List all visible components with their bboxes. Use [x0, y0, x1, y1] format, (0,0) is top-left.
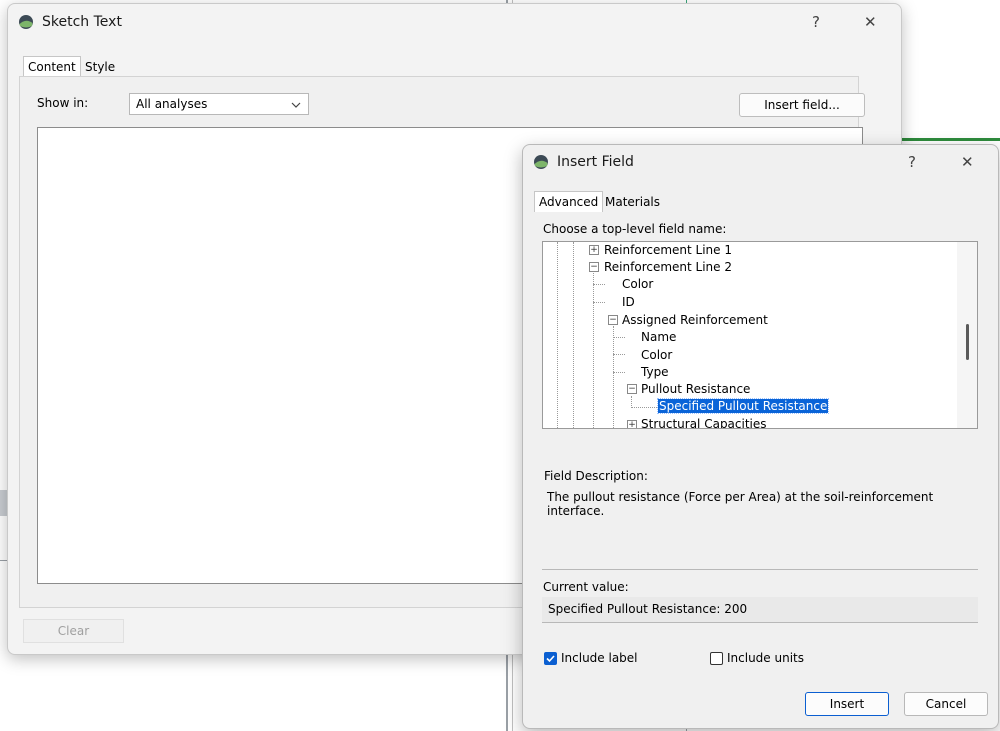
field-description-box: The pullout resistance (Force per Area) … — [542, 485, 978, 570]
include-units-text[interactable]: Include units — [727, 651, 804, 665]
tree-connector — [593, 284, 605, 285]
insert-field-title: Insert Field — [557, 154, 634, 170]
tab-content-label: Content — [28, 60, 76, 74]
show-in-value: All analyses — [136, 97, 208, 111]
collapse-icon[interactable]: − — [608, 315, 618, 325]
tab-materials-label: Materials — [605, 195, 661, 209]
sketch-window-title: Sketch Text — [42, 14, 122, 30]
tree-item-pullout-resistance[interactable]: Pullout Resistance — [641, 382, 750, 396]
tree-item-assigned-reinforcement[interactable]: Assigned Reinforcement — [622, 313, 768, 327]
insert-field-title-bar[interactable]: Insert Field ? ✕ — [523, 145, 998, 179]
tree-connector — [593, 267, 594, 428]
app-logo-icon — [534, 155, 548, 169]
field-description-label: Field Description: — [544, 469, 648, 483]
tree-connector — [613, 326, 614, 428]
expand-icon[interactable]: + — [589, 245, 599, 255]
tab-materials[interactable]: Materials — [601, 192, 664, 212]
show-in-dropdown[interactable]: All analyses — [129, 93, 309, 115]
tab-style-label: Style — [85, 60, 116, 74]
insert-field-dialog: Insert Field ? ✕ Advanced Materials Choo… — [522, 144, 999, 729]
tree-connector — [613, 337, 625, 338]
tab-style[interactable]: Style — [81, 57, 119, 77]
tree-item-color[interactable]: Color — [622, 277, 653, 291]
help-button[interactable]: ? — [908, 153, 916, 171]
checkmark-icon — [546, 655, 555, 663]
tree-connector — [593, 302, 605, 303]
tree-item-type[interactable]: Type — [641, 365, 669, 379]
collapse-icon[interactable]: − — [589, 262, 599, 272]
tree-scroll-thumb[interactable] — [966, 324, 969, 360]
tree-item-color[interactable]: Color — [641, 348, 672, 362]
collapse-icon[interactable]: − — [627, 384, 637, 394]
current-value-box: Specified Pullout Resistance: 200 — [542, 597, 978, 623]
tree-connector — [613, 372, 625, 373]
background-accent — [900, 138, 1000, 141]
include-label-text[interactable]: Include label — [561, 651, 638, 665]
show-in-label: Show in: — [37, 96, 89, 110]
tree-item-reinforcement-line-1[interactable]: Reinforcement Line 1 — [604, 243, 732, 257]
chevron-down-icon — [291, 102, 301, 108]
choose-field-label: Choose a top-level field name: — [543, 222, 727, 236]
field-description-text: The pullout resistance (Force per Area) … — [547, 490, 934, 518]
tree-connector — [631, 407, 657, 408]
tree-item-name[interactable]: Name — [641, 330, 676, 344]
clear-button[interactable]: Clear — [23, 619, 124, 643]
tree-item-specified-pullout-resistance[interactable]: Specified Pullout Resistance — [656, 398, 830, 414]
tree-scrollbar[interactable] — [957, 242, 977, 428]
cancel-button[interactable]: Cancel — [904, 692, 988, 716]
insert-field-button[interactable]: Insert field... — [739, 93, 865, 117]
expand-icon[interactable]: + — [627, 420, 637, 428]
insert-button[interactable]: Insert — [805, 692, 889, 716]
tree-item-id[interactable]: ID — [622, 295, 635, 309]
tab-content[interactable]: Content — [23, 56, 81, 77]
include-label-checkbox[interactable] — [544, 652, 557, 665]
tab-advanced[interactable]: Advanced — [534, 191, 604, 212]
tree-connector — [613, 354, 625, 355]
close-icon[interactable]: ✕ — [961, 153, 974, 171]
close-icon[interactable]: ✕ — [864, 13, 877, 31]
sketch-title-bar[interactable]: Sketch Text ? ✕ — [8, 4, 901, 40]
current-value-text: Specified Pullout Resistance: 200 — [548, 602, 748, 616]
background-panel-edge — [0, 490, 7, 516]
help-button[interactable]: ? — [812, 13, 820, 31]
tree-connector — [557, 242, 558, 428]
background-divider — [0, 560, 7, 561]
tab-advanced-label: Advanced — [539, 195, 599, 209]
tree-connector — [573, 242, 574, 428]
field-tree[interactable]: + Reinforcement Line 1 − Reinforcement L… — [542, 241, 978, 429]
app-logo-icon — [19, 15, 33, 29]
current-value-label: Current value: — [543, 580, 629, 594]
tree-item-reinforcement-line-2[interactable]: Reinforcement Line 2 — [604, 260, 732, 274]
include-units-checkbox[interactable] — [710, 652, 723, 665]
tree-item-structural-capacities[interactable]: Structural Capacities — [641, 417, 767, 428]
